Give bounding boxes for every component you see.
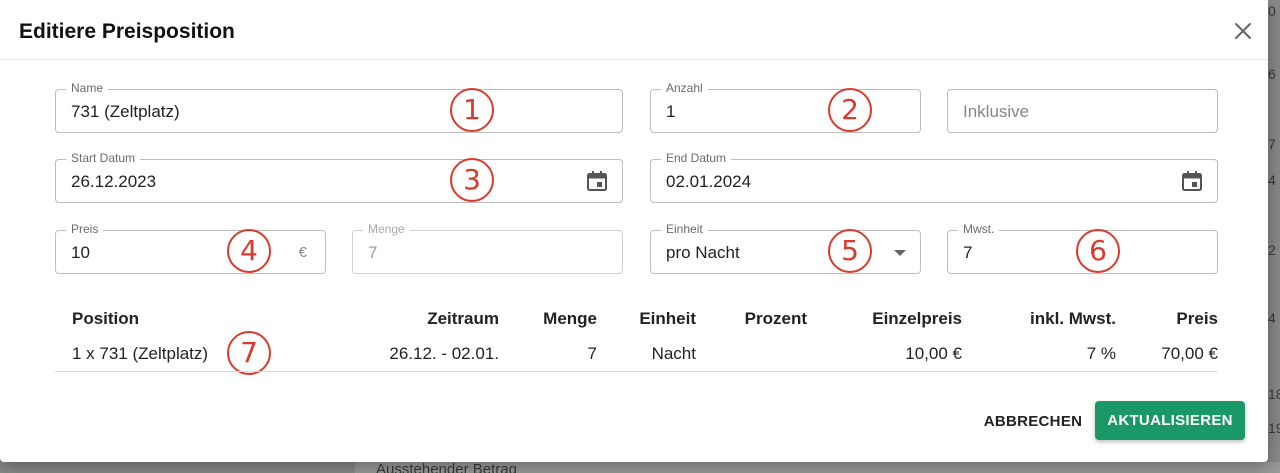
einheit-select[interactable]: Einheit pro Nacht — [650, 221, 921, 274]
name-label: Name — [66, 80, 109, 96]
cell-menge: 7 — [587, 344, 597, 363]
background-edge-number: 2 — [1268, 242, 1276, 258]
preis-label: Preis — [66, 221, 104, 237]
header-einheit: Einheit — [639, 309, 696, 328]
table-divider — [55, 371, 1218, 372]
edit-price-dialog: Editiere Preisposition Name 731 (Zeltpla… — [0, 0, 1268, 462]
caret-down-icon[interactable] — [894, 250, 906, 256]
menge-value: 7 — [368, 243, 378, 262]
mwst-label: Mwst. — [958, 221, 1000, 237]
einheit-label: Einheit — [661, 221, 708, 237]
menge-label: Menge — [363, 221, 410, 237]
background-edge-number: 7 — [1268, 136, 1276, 152]
euro-suffix: € — [298, 244, 307, 261]
name-value: 731 (Zeltplatz) — [71, 102, 180, 121]
dialog-header: Editiere Preisposition — [0, 0, 1268, 60]
start-datum-label: Start Datum — [66, 150, 141, 166]
cell-preis: 70,00 € — [1161, 344, 1218, 363]
background-footer-text: Ausstehender Betrag — [376, 463, 517, 473]
name-field[interactable]: Name 731 (Zeltplatz) — [55, 80, 623, 133]
annotation-marker: 4 — [227, 229, 271, 273]
cell-position: 1 x 731 (Zeltplatz) — [72, 344, 209, 363]
header-position: Position — [72, 309, 140, 328]
inklusive-placeholder: Inklusive — [963, 102, 1030, 121]
annotation-marker: 3 — [450, 158, 494, 202]
menge-field: Menge 7 — [352, 221, 623, 274]
calendar-icon[interactable] — [586, 170, 608, 192]
end-datum-label: End Datum — [661, 150, 732, 166]
preis-field[interactable]: Preis 10 € — [55, 221, 326, 274]
background-edge-number: 0 — [1268, 3, 1276, 19]
start-datum-value: 26.12.2023 — [71, 172, 157, 191]
anzahl-value: 1 — [666, 102, 676, 121]
annotation-marker: 2 — [828, 88, 872, 132]
calendar-icon[interactable] — [1181, 170, 1203, 192]
cancel-button[interactable]: ABBRECHEN — [978, 402, 1088, 440]
anzahl-label: Anzahl — [661, 80, 708, 96]
cell-zeitraum: 26.12. - 02.01. — [389, 344, 499, 363]
end-datum-value: 02.01.2024 — [666, 172, 752, 191]
header-prozent: Prozent — [744, 309, 807, 328]
update-button[interactable]: AKTUALISIEREN — [1095, 401, 1245, 440]
dialog-title: Editiere Preisposition — [19, 20, 235, 43]
start-datum-field[interactable]: Start Datum 26.12.2023 — [55, 150, 623, 203]
annotation-marker: 5 — [828, 229, 872, 273]
einheit-value: pro Nacht — [666, 243, 740, 262]
background-edge-number: 4 — [1268, 172, 1276, 188]
header-preis: Preis — [1176, 309, 1218, 328]
close-icon[interactable] — [1230, 18, 1256, 44]
background-edge-number: 18 — [1268, 386, 1280, 402]
inklusive-field[interactable]: Inklusive — [947, 89, 1218, 133]
annotation-marker: 7 — [227, 331, 271, 375]
header-mwst: inkl. Mwst. — [1030, 309, 1116, 328]
end-datum-field[interactable]: End Datum 02.01.2024 — [650, 150, 1218, 203]
cell-einheit: Nacht — [651, 344, 696, 363]
header-einzelpreis: Einzelpreis — [872, 309, 962, 328]
preis-value: 10 — [71, 243, 90, 262]
background-edge-number: 19 — [1268, 420, 1280, 436]
annotation-marker: 1 — [450, 88, 494, 132]
background-edge-number: 4 — [1268, 310, 1276, 326]
anzahl-field[interactable]: Anzahl 1 — [650, 80, 921, 133]
mwst-value: 7 — [963, 243, 973, 262]
cell-einzelpreis: 10,00 € — [905, 344, 962, 363]
header-zeitraum: Zeitraum — [427, 309, 499, 328]
header-menge: Menge — [543, 309, 597, 328]
background-edge-number: 6 — [1268, 66, 1276, 82]
cell-mwst: 7 % — [1086, 344, 1116, 363]
annotation-marker: 6 — [1076, 229, 1120, 273]
